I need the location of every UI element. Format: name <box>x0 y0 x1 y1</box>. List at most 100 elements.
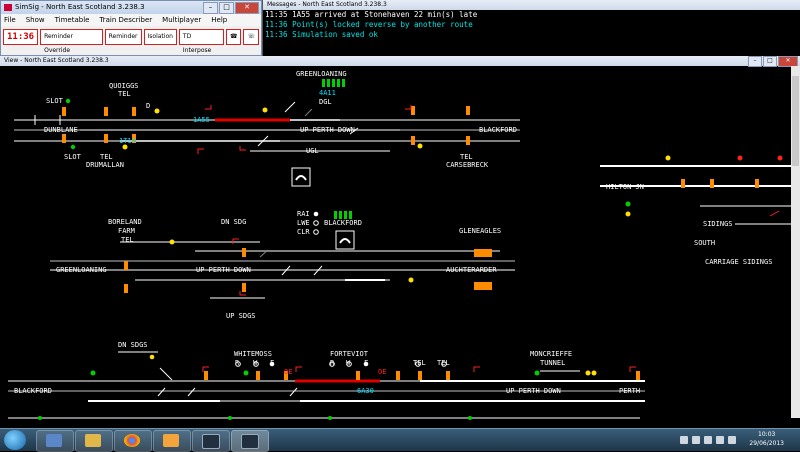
menu-file[interactable]: File <box>4 14 16 26</box>
signal-aspect[interactable] <box>262 107 268 113</box>
show-hidden-icons-icon[interactable] <box>680 436 688 444</box>
label-boreland: BORELAND <box>108 218 142 226</box>
isolation-button[interactable]: Isolation <box>143 29 177 45</box>
taskbar-chrome-button[interactable] <box>114 430 152 452</box>
platform <box>466 136 470 145</box>
signal-aspect[interactable] <box>737 155 743 161</box>
td-berth-1t14[interactable]: 1T14 <box>119 137 136 145</box>
label-greenloaning-2: GREENLOANING <box>56 266 107 274</box>
section-bottom-row <box>8 416 640 420</box>
signal-aspect[interactable] <box>169 239 175 245</box>
platform <box>62 107 66 116</box>
signal-aspect[interactable] <box>665 155 671 161</box>
signal-aspect[interactable] <box>243 370 249 376</box>
label-tel-boreland: TEL <box>121 236 134 244</box>
label-up-sdgs: UP SDGS <box>226 312 256 320</box>
game-clock[interactable]: 11:36 <box>3 29 39 45</box>
signal-aspect[interactable] <box>149 354 155 360</box>
phone-book-icon[interactable]: ☏ <box>243 29 259 45</box>
control-window-titlebar[interactable]: SimSig - North East Scotland 3.238.3 – □… <box>1 1 261 14</box>
signal-aspect[interactable] <box>154 108 160 114</box>
signal-aspect[interactable] <box>417 143 423 149</box>
signal-aspect[interactable] <box>625 201 631 207</box>
label-dn-sdg: DN SDG <box>221 218 246 226</box>
reminder-button[interactable]: Reminder <box>104 29 142 45</box>
section-blackford-perth: DN SDGS WHITEMOSS FORTEVIOT MONCRIEFFE T… <box>8 341 645 402</box>
label-sidings: SIDINGS <box>703 220 733 228</box>
simsig-icon <box>241 434 259 449</box>
telephone-icon[interactable]: ☎ <box>226 29 242 45</box>
label-up-perth-down-2: UP PERTH DOWN <box>196 266 251 274</box>
network-icon[interactable] <box>692 436 700 444</box>
label-blackford: BLACKFORD <box>479 126 517 134</box>
platform <box>710 179 714 188</box>
reminder-override-button[interactable]: Reminder Override <box>40 29 103 54</box>
label-gleneagles: GLENEAGLES <box>459 227 501 235</box>
label-tel-forteviot: TEL <box>413 359 426 367</box>
maximize-button[interactable]: □ <box>219 2 234 14</box>
label-dunblane: DUNBLANE <box>44 126 78 134</box>
menu-multiplayer[interactable]: Multiplayer <box>162 14 201 26</box>
label-tel-lower: TEL <box>100 153 113 161</box>
platform <box>242 283 246 292</box>
simsig-app-icon <box>4 4 12 11</box>
scrollbar-thumb[interactable] <box>792 76 799 166</box>
platform <box>62 134 66 143</box>
signal-aspect[interactable] <box>625 211 631 217</box>
label-perth: PERTH <box>619 387 640 395</box>
signal-aspect[interactable] <box>777 155 783 161</box>
close-button[interactable]: ✕ <box>235 2 259 14</box>
label-slot-lower: SLOT <box>64 153 82 161</box>
taskbar-outlook-button[interactable] <box>153 430 191 452</box>
view-window-title: View - North East Scotland 3.238.3 <box>4 57 109 64</box>
signal-aspect[interactable] <box>90 370 96 376</box>
td-berth-1a55[interactable]: 1A55 <box>193 116 210 124</box>
signal-aspect[interactable] <box>313 211 319 217</box>
taskbar-files-button[interactable] <box>75 430 113 452</box>
signal-aspect[interactable] <box>534 370 540 376</box>
vertical-scrollbar[interactable] <box>791 66 800 418</box>
signal-aspect[interactable] <box>408 277 414 283</box>
signal-aspect[interactable] <box>313 220 319 226</box>
signal-aspect[interactable] <box>313 229 319 235</box>
label-up-perth-down-3: UP PERTH DOWN <box>506 387 561 395</box>
taskbar-explorer-button[interactable] <box>36 430 74 452</box>
menu-show[interactable]: Show <box>26 14 45 26</box>
message-line: 11:36 Simulation saved ok <box>265 30 378 39</box>
menu-help[interactable]: Help <box>211 14 227 26</box>
label-oe-2: OE <box>378 368 386 376</box>
platform <box>396 371 400 380</box>
start-button[interactable] <box>4 430 26 450</box>
label-lwe: LWE <box>297 219 310 227</box>
minimize-button[interactable]: – <box>203 2 218 14</box>
signalling-diagram[interactable]: SLOT QUOIGGS TEL GREENLOANING 4A11 DGL D… <box>0 66 791 428</box>
messages-window-title[interactable]: Messages - North East Scotland 3.238.3 <box>263 0 800 10</box>
view-window-titlebar[interactable]: View - North East Scotland 3.238.3 – □ ✕ <box>0 56 800 67</box>
simsig-icon <box>202 434 220 449</box>
volume-icon[interactable] <box>716 436 724 444</box>
menu-timetable[interactable]: Timetable <box>55 14 90 26</box>
signal-aspect[interactable] <box>70 144 76 150</box>
label-hilton-jn: HILTON JN <box>606 183 644 191</box>
signal-aspect[interactable] <box>585 370 591 376</box>
label-oe: OE <box>284 368 292 376</box>
platform <box>418 371 422 380</box>
signal-aspect[interactable] <box>122 144 128 150</box>
menu-train-describer[interactable]: Train Describer <box>99 14 152 26</box>
taskbar-simsig-active-button[interactable] <box>231 430 269 452</box>
taskbar-simsig-button[interactable] <box>192 430 230 452</box>
windows-taskbar: 10:03 29/06/2013 <box>0 428 800 452</box>
label-blackford-2: BLACKFORD <box>324 219 362 227</box>
platform <box>636 371 640 380</box>
signal-aspect[interactable] <box>65 98 71 104</box>
label-south: SOUTH <box>694 239 715 247</box>
td-berth-6a30[interactable]: 6A30 <box>357 387 374 395</box>
flag-icon[interactable] <box>704 436 712 444</box>
taskbar-clock[interactable]: 10:03 29/06/2013 <box>749 430 784 448</box>
language-icon[interactable] <box>728 436 736 444</box>
td-interpose-button[interactable]: TD Interpose <box>178 29 224 54</box>
td-berth-4a11[interactable]: 4A11 <box>319 89 336 97</box>
label-carriage-sidings: CARRIAGE SIDINGS <box>705 258 772 266</box>
signal-aspect[interactable] <box>591 370 597 376</box>
label-blackford-3: BLACKFORD <box>14 387 52 395</box>
